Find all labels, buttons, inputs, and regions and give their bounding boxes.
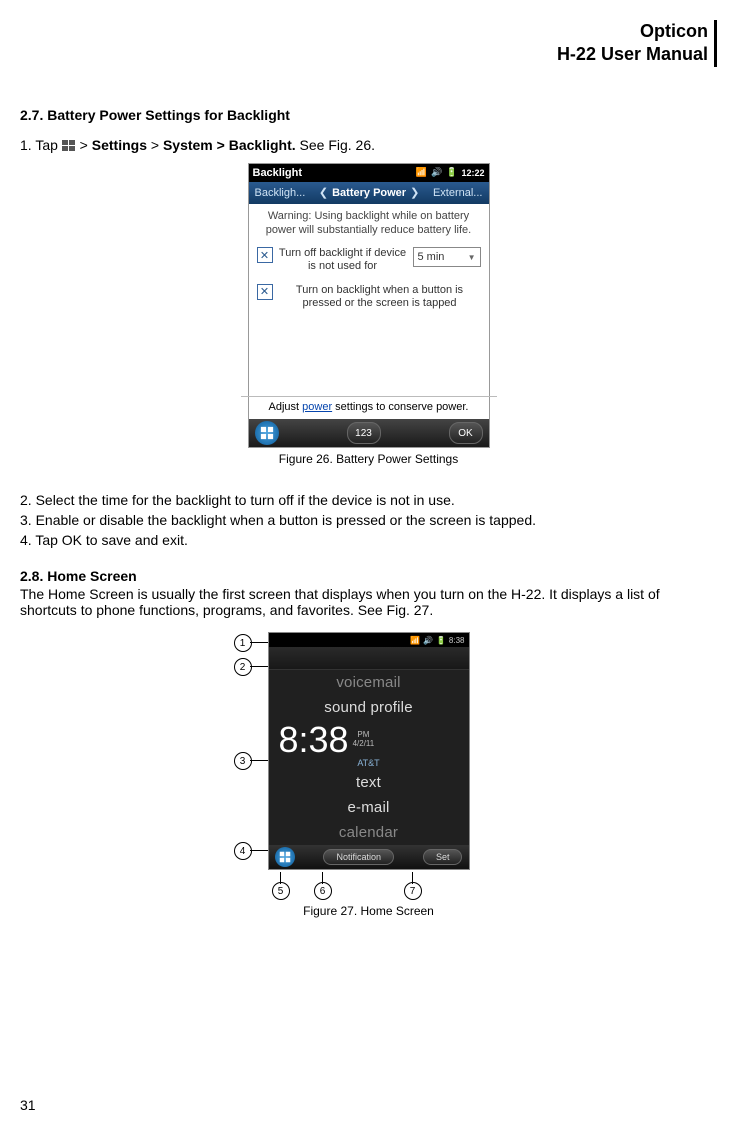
callout-5: 5 <box>272 882 290 900</box>
page-number: 31 <box>20 1097 36 1113</box>
tab-backlight[interactable]: Backligh... <box>255 187 306 199</box>
callout-4: 4 <box>234 842 252 860</box>
home-item-calendar[interactable]: calendar <box>269 820 469 845</box>
page-header: Opticon H-22 User Manual <box>20 20 717 67</box>
windows-icon <box>260 426 274 440</box>
figure-26: Backlight 📶 🔊 🔋 12:22 Backligh... ❮Batte… <box>20 163 717 466</box>
step-3: 3. Enable or disable the backlight when … <box>20 512 717 528</box>
home-clock[interactable]: 8:38 PM 4/2/11 <box>269 720 469 758</box>
chevron-right-icon[interactable]: ❯ <box>406 187 423 199</box>
tab-battery-power[interactable]: Battery Power <box>332 187 406 199</box>
status-bar: 📶 🔊 🔋 8:38 <box>269 633 469 647</box>
clock-time: 8:38 <box>279 722 349 758</box>
bottom-bar: 123 OK <box>249 419 489 447</box>
windows-start-icon <box>62 140 76 152</box>
battery-icon: 🔋 <box>436 636 446 645</box>
callout-7: 7 <box>404 882 422 900</box>
status-time: 8:38 <box>449 636 465 645</box>
home-item-email[interactable]: e-mail <box>269 795 469 820</box>
window-title: Backlight <box>253 167 303 179</box>
checkbox-turn-on-label: Turn on backlight when a button is press… <box>279 284 481 310</box>
icon-strip[interactable] <box>269 647 469 670</box>
tab-bar: Backligh... ❮Battery Power❯ External... <box>249 182 489 204</box>
figure-26-caption: Figure 26. Battery Power Settings <box>20 452 717 466</box>
footer-hint: Adjust power settings to conserve power. <box>249 397 489 419</box>
signal-icon: 📶 <box>416 167 427 178</box>
volume-icon: 🔊 <box>423 636 433 645</box>
window-titlebar: Backlight 📶 🔊 🔋 12:22 <box>249 164 489 182</box>
section-2.8-title: 2.8. Home Screen <box>20 568 717 584</box>
ok-button[interactable]: OK <box>449 422 483 444</box>
chevron-down-icon: ▼ <box>468 253 476 262</box>
section-2.8-paragraph: The Home Screen is usually the first scr… <box>20 586 717 618</box>
signal-icon: 📶 <box>410 636 420 645</box>
tab-external[interactable]: External... <box>433 187 483 199</box>
windows-icon <box>279 851 291 863</box>
warning-text: Warning: Using backlight while on batter… <box>257 210 481 238</box>
callout-2: 2 <box>234 658 252 676</box>
home-item-text[interactable]: text <box>269 770 469 795</box>
set-button[interactable]: Set <box>423 849 463 865</box>
clock-time: 12:22 <box>461 168 484 178</box>
step-1: 1. Tap > Settings > System > Backlight. … <box>20 137 717 153</box>
figure-27-caption: Figure 27. Home Screen <box>20 904 717 918</box>
chevron-left-icon[interactable]: ❮ <box>315 187 332 199</box>
home-bottom-bar: Notification Set <box>269 845 469 869</box>
volume-icon: 🔊 <box>431 167 442 178</box>
home-screenshot: 📶 🔊 🔋 8:38 voicemail sound profile 8:38 … <box>268 632 470 870</box>
step-2: 2. Select the time for the backlight to … <box>20 492 717 508</box>
keyboard-button[interactable]: 123 <box>347 422 381 444</box>
home-item-sound-profile[interactable]: sound profile <box>269 695 469 720</box>
section-2.7-title: 2.7. Battery Power Settings for Backligh… <box>20 107 717 123</box>
callout-3: 3 <box>234 752 252 770</box>
callout-1: 1 <box>234 634 252 652</box>
brand: Opticon <box>20 20 708 43</box>
callout-6: 6 <box>314 882 332 900</box>
notification-button[interactable]: Notification <box>323 849 394 865</box>
start-button[interactable] <box>255 421 279 445</box>
tab-nav: ❮Battery Power❯ <box>315 186 423 199</box>
battery-icon: 🔋 <box>446 167 457 178</box>
backlight-screenshot: Backlight 📶 🔊 🔋 12:22 Backligh... ❮Batte… <box>248 163 490 448</box>
home-item-voicemail[interactable]: voicemail <box>269 670 469 695</box>
checkbox-turn-off[interactable]: ✕ <box>257 247 273 263</box>
figure-27: 📶 🔊 🔋 8:38 voicemail sound profile 8:38 … <box>20 632 717 918</box>
doc-title: H-22 User Manual <box>20 43 708 66</box>
clock-date: 4/2/11 <box>353 740 375 749</box>
step-4: 4. Tap OK to save and exit. <box>20 532 717 548</box>
power-link[interactable]: power <box>302 401 332 413</box>
checkbox-turn-on[interactable]: ✕ <box>257 284 273 300</box>
checkbox-turn-off-label: Turn off backlight if device is not used… <box>279 247 407 273</box>
timeout-dropdown[interactable]: 5 min ▼ <box>413 247 481 267</box>
start-button[interactable] <box>275 847 295 867</box>
